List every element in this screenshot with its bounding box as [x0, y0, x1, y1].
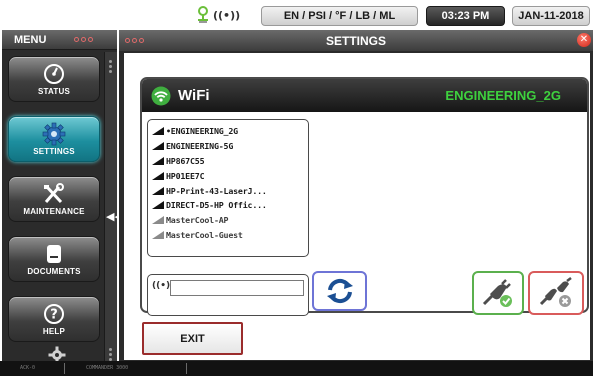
rail-dots: [109, 348, 112, 361]
clock-time: 03:23 PM: [426, 6, 505, 26]
menu-item-status[interactable]: STATUS: [8, 56, 100, 102]
footer-divider: [64, 363, 65, 374]
close-icon: ✕: [579, 34, 589, 45]
network-name: ENGINEERING-5G: [166, 141, 234, 152]
window-header: SETTINGS ✕: [119, 30, 593, 51]
gear-icon: [42, 122, 66, 145]
units-indicator[interactable]: EN / PSI / °F / LB / ML: [261, 6, 418, 26]
document-icon: [42, 243, 66, 265]
refresh-icon: [326, 278, 353, 304]
network-icon: [198, 6, 208, 23]
wifi-header: WiFi ENGINEERING_2G: [142, 79, 587, 112]
network-list-item[interactable]: MasterCool-Guest: [152, 228, 308, 243]
signal-strength-icon: [152, 216, 164, 225]
network-list-item[interactable]: HP01EE7C: [152, 168, 308, 183]
window-title: SETTINGS: [325, 34, 386, 48]
wireless-signal-icon: ((•)): [213, 8, 241, 22]
signal-strength-icon: [152, 171, 164, 180]
signal-strength-icon: [152, 142, 164, 151]
menu-item-label: STATUS: [37, 86, 70, 96]
network-name: MasterCool-Guest: [166, 229, 243, 240]
close-button[interactable]: ✕: [577, 33, 591, 47]
network-name: DIRECT-D5-HP Offic...: [166, 200, 267, 211]
network-list-item[interactable]: HP-Print-43-LaserJ...: [152, 183, 308, 198]
menu-item-label: MAINTENANCE: [23, 206, 85, 216]
network-status: ((•)): [196, 5, 242, 25]
network-list-item[interactable]: HP867C55: [152, 154, 308, 169]
signal-strength-icon: [152, 201, 164, 210]
gauge-icon: [42, 63, 66, 85]
plug-connect-icon: [482, 279, 512, 307]
top-status-bar: ((•)) EN / PSI / °F / LB / ML 03:23 PM J…: [0, 0, 593, 30]
wifi-title: WiFi: [178, 87, 210, 104]
signal-strength-icon: [152, 186, 164, 195]
footer-text: COMMANDER 3000: [86, 365, 129, 371]
menu-item-help[interactable]: ? HELP: [8, 296, 100, 342]
footer-text: ACK-0: [20, 365, 36, 371]
menu-collapse-rail[interactable]: ◀◀: [104, 52, 123, 376]
menu-item-settings[interactable]: SETTINGS: [8, 116, 100, 162]
menu-header: MENU: [2, 30, 117, 50]
network-name: HP867C55: [166, 155, 205, 166]
network-name: MasterCool-AP: [166, 215, 229, 226]
exit-button[interactable]: EXIT: [142, 322, 243, 355]
menu-item-label: HELP: [42, 326, 66, 336]
clock-date: JAN-11-2018: [512, 6, 590, 26]
menu-item-label: DOCUMENTS: [27, 266, 81, 276]
network-list-item[interactable]: DIRECT-D5-HP Offic...: [152, 198, 308, 213]
side-menu: MENU STATUS SETTINGS MAINTENANCE DOCUMEN…: [2, 30, 123, 376]
network-list-item[interactable]: ENGINEERING-5G: [152, 139, 308, 154]
connected-network-name: ENGINEERING_2G: [445, 88, 561, 103]
network-name-connected: ENGINEERING_2G: [170, 126, 238, 137]
network-list[interactable]: • ENGINEERING_2G ENGINEERING-5G HP867C55 HP0…: [147, 119, 309, 257]
footer-bar: ACK-0 COMMANDER 3000: [0, 361, 593, 376]
footer-divider: [186, 363, 187, 374]
menu-item-documents[interactable]: DOCUMENTS: [8, 236, 100, 282]
disconnect-button[interactable]: [528, 271, 584, 315]
menu-item-label: SETTINGS: [33, 146, 75, 156]
wifi-password-input[interactable]: [170, 280, 304, 296]
menu-title: MENU: [14, 34, 47, 46]
network-list-item[interactable]: • ENGINEERING_2G: [152, 124, 308, 139]
signal-strength-icon: [152, 156, 164, 165]
network-name: HP01EE7C: [166, 170, 205, 181]
connect-button[interactable]: [472, 271, 524, 315]
wifi-panel: WiFi ENGINEERING_2G • ENGINEERING_2G ENGIN…: [140, 77, 589, 316]
question-icon: ?: [42, 303, 66, 325]
plug-disconnect-icon: [539, 277, 572, 307]
menu-dots: [74, 37, 93, 42]
svg-text:?: ?: [50, 307, 58, 322]
network-name: HP-Print-43-LaserJ...: [166, 185, 267, 196]
network-list-item[interactable]: MasterCool-AP: [152, 213, 308, 228]
refresh-button[interactable]: [312, 271, 367, 311]
settings-window: SETTINGS ✕ WiFi ENGINEERING_2G • ENGINEER…: [119, 30, 593, 361]
tools-icon: [42, 182, 66, 205]
password-box: ((•)): [147, 274, 309, 316]
wifi-icon: [151, 86, 171, 106]
rail-dots: [109, 60, 112, 73]
signal-strength-icon: [152, 127, 164, 136]
signal-strength-icon: [152, 230, 164, 239]
settings-content: WiFi ENGINEERING_2G • ENGINEERING_2G ENGIN…: [124, 53, 590, 360]
menu-item-maintenance[interactable]: MAINTENANCE: [8, 176, 100, 222]
